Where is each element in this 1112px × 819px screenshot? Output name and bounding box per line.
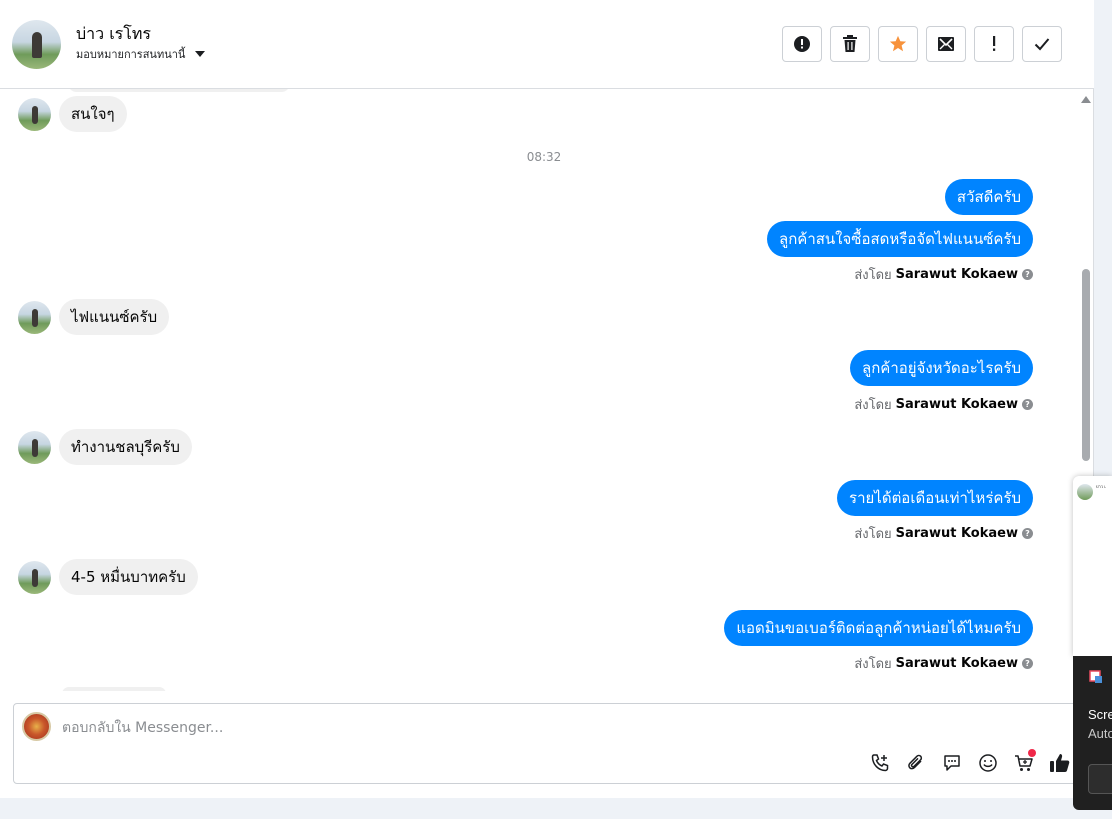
star-button[interactable] [878,26,918,62]
message-composer [13,703,1083,784]
scroll-up-arrow-icon[interactable] [1081,96,1091,103]
mail-icon [938,37,954,51]
call-button[interactable] [868,751,892,775]
question-icon[interactable]: ? [1022,399,1033,410]
composer-tools [868,749,1072,775]
page-avatar [22,712,51,741]
message-bubble-partial [62,687,166,691]
contact-avatar-small[interactable] [18,97,51,131]
sender-name: Sarawut Kokaew [895,267,1018,282]
chat-head-avatar [1077,484,1093,500]
exclamation-circle-icon [794,36,810,52]
incoming-message[interactable]: สนใจๆ [59,96,127,132]
spam-button[interactable] [974,26,1014,62]
sender-name: Sarawut Kokaew [895,526,1018,541]
notification-subtitle: Auto [1088,726,1112,741]
incoming-message-row: 4-5 หมื่นบาทครับ [18,559,198,595]
scrollbar-thumb[interactable] [1082,269,1090,461]
assign-label: มอบหมายการสนทนานี้ [76,48,186,61]
conversation-panel: บ่าว เรโทร มอบหมายการสนทนานี้ สนใจๆ 08:3… [0,0,1094,798]
reply-input[interactable] [62,718,962,738]
sender-name: Sarawut Kokaew [895,656,1018,671]
sent-by-prefix: ส่งโดย [854,527,892,542]
question-icon[interactable]: ? [1022,658,1033,669]
done-button[interactable] [1022,26,1062,62]
message-bubble-partial [68,89,290,92]
check-icon [1034,38,1050,51]
sender-name: Sarawut Kokaew [895,397,1018,412]
sent-by-prefix: ส่งโดย [854,398,892,413]
snipping-tool-icon [1089,670,1102,683]
incoming-message-row: ทำงานชลบุรีครับ [18,429,192,465]
sent-by-label: ส่งโดย Sarawut Kokaew ? [854,523,1033,544]
incoming-message[interactable]: ไฟแนนซ์ครับ [59,299,170,335]
chat-head-preview[interactable]: บ่าว เ [1073,476,1112,656]
chat-head-text: บ่าว เ [1096,484,1106,489]
incoming-message[interactable]: ทำงานชลบุรีครับ [59,429,192,465]
saved-replies-button[interactable] [940,751,964,775]
outgoing-message[interactable]: แอดมินขอเบอร์ติดต่อลูกค้าหน่อยได้ไหมครับ [724,610,1033,646]
report-button[interactable] [782,26,822,62]
contact-avatar-small[interactable] [18,300,51,334]
question-icon[interactable]: ? [1022,269,1033,280]
chat-bubble-icon [944,755,960,771]
contact-avatar-small[interactable] [18,560,51,594]
phone-add-icon [871,754,889,772]
shop-button[interactable] [1012,749,1036,775]
trash-icon [843,35,857,52]
delete-button[interactable] [830,26,870,62]
caret-down-icon [195,51,206,57]
conversation-header: บ่าว เรโทร มอบหมายการสนทนานี้ [0,0,1094,89]
sent-by-label: ส่งโดย Sarawut Kokaew ? [854,394,1033,415]
incoming-message-row: สนใจๆ [18,96,127,132]
sent-by-label: ส่งโดย Sarawut Kokaew ? [854,653,1033,674]
notification-dot [1028,749,1036,757]
timestamp-separator: 08:32 [526,150,562,164]
system-notification[interactable]: Scre Auto [1073,656,1112,810]
message-thread[interactable]: สนใจๆ 08:32 สวัสดีครับ ลูกค้าสนใจซื้อสดห… [0,89,1078,691]
attach-button[interactable] [904,751,928,775]
contact-avatar-small[interactable] [18,430,51,464]
like-button[interactable] [1048,751,1072,775]
incoming-message[interactable]: 4-5 หมื่นบาทครับ [59,559,198,595]
mark-unread-button[interactable] [926,26,966,62]
star-icon [889,35,907,52]
outgoing-message[interactable]: ลูกค้าอยู่จังหวัดอะไรครับ [850,350,1033,386]
paperclip-icon [908,754,923,770]
sent-by-prefix: ส่งโดย [854,268,892,283]
outgoing-message[interactable]: รายได้ต่อเดือนเท่าไหร่ครับ [837,480,1033,516]
conversation-actions [782,26,1062,62]
question-icon[interactable]: ? [1022,528,1033,539]
contact-avatar[interactable] [12,20,61,69]
incoming-message-row: ไฟแนนซ์ครับ [18,299,170,335]
outgoing-message[interactable]: ลูกค้าสนใจซื้อสดหรือจัดไฟแนนซ์ครับ [767,221,1033,257]
notification-action-button[interactable] [1088,764,1112,794]
outgoing-message[interactable]: สวัสดีครับ [944,179,1033,215]
assign-conversation-dropdown[interactable]: มอบหมายการสนทนานี้ [76,45,206,63]
sent-by-prefix: ส่งโดย [854,657,892,672]
notification-title: Scre [1088,707,1112,722]
sent-by-label: ส่งโดย Sarawut Kokaew ? [854,264,1033,285]
contact-name[interactable]: บ่าว เรโทร [76,22,151,47]
exclamation-icon [993,36,996,51]
smiley-icon [979,754,997,772]
thumbs-up-icon [1050,754,1070,772]
emoji-button[interactable] [976,751,1000,775]
